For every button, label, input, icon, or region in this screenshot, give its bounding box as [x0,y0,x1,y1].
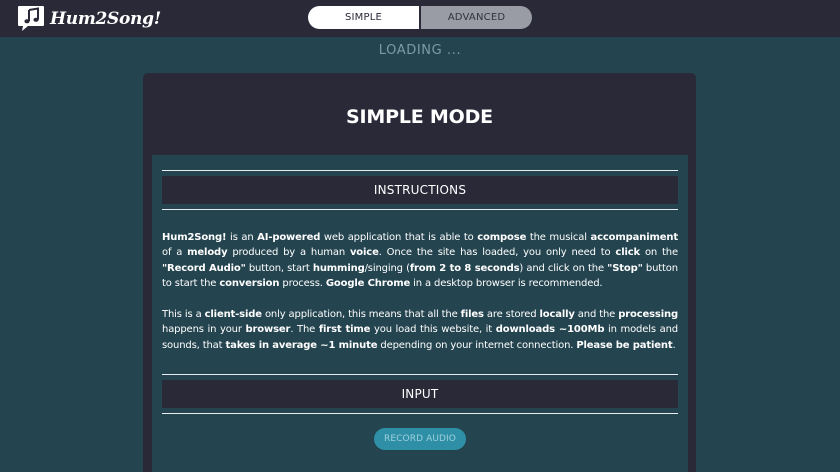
instructions-section-header: INSTRUCTIONS [162,170,678,210]
emphasized-text: "Stop" [607,262,643,274]
emphasized-text: files [460,309,484,320]
emphasized-text: voice [349,247,379,259]
description-paragraph: Hum2Song! is an AI-powered web applicati… [162,232,678,290]
emphasized-text: downloads ~100Mb [495,324,605,336]
emphasized-text: Hum2Song! [162,232,227,243]
emphasized-text: processing [618,309,678,320]
input-section-header: INPUT [162,374,678,414]
loading-status: LOADING ... [378,43,462,58]
logo-text: Hum2Song! [50,8,161,29]
emphasized-text: from 2 to 8 seconds [409,262,520,274]
emphasized-text: click [615,247,641,259]
logo[interactable]: Hum2Song! [17,5,161,32]
card-title: SIMPLE MODE [346,106,493,128]
emphasized-text: locally [539,309,575,320]
emphasized-text: humming [312,262,365,274]
tab-simple[interactable]: SIMPLE [308,6,419,29]
emphasized-text: first time [318,324,371,336]
emphasized-text: melody [187,247,228,259]
emphasized-text: "Record Audio" [162,262,246,274]
emphasized-text: accompaniment [590,232,678,243]
emphasized-text: compose [477,232,527,243]
top-navigation-bar: Hum2Song! SIMPLE ADVANCED [0,0,840,37]
emphasized-text: Google Chrome [325,278,411,290]
client-side-paragraph: This is a client-side only application, … [162,309,678,351]
emphasized-text: browser [245,324,291,336]
emphasized-text: client-side [204,309,262,320]
mode-tabs: SIMPLE ADVANCED [308,6,532,29]
tab-advanced[interactable]: ADVANCED [421,6,532,29]
emphasized-text: conversion [219,278,280,290]
emphasized-text: Please be patient [576,339,673,351]
emphasized-text: takes in average ~1 minute [225,339,378,351]
record-audio-button[interactable]: RECORD AUDIO [374,428,466,450]
simple-mode-card: SIMPLE MODE INSTRUCTIONS Hum2Song! is an… [143,73,696,472]
instructions-heading: INSTRUCTIONS [373,183,467,197]
emphasized-text: AI-powered [257,232,321,243]
input-heading: INPUT [401,387,439,401]
music-note-speech-bubble-icon [18,6,44,31]
card-content: INSTRUCTIONS Hum2Song! is an AI-powered … [152,155,688,472]
